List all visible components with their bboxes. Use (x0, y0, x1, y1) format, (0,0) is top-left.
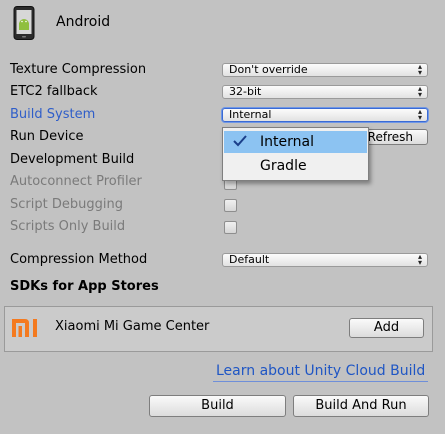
menu-option-internal[interactable]: Internal (224, 131, 367, 153)
updown-arrow-icon: ▴ ▾ (417, 85, 422, 99)
compression-method-value: Default (229, 253, 270, 266)
menu-option-label: Gradle (260, 158, 307, 174)
run-device-label: Run Device (10, 129, 84, 144)
platform-title: Android (56, 14, 111, 30)
sdks-heading: SDKs for App Stores (10, 279, 159, 294)
link-underline (213, 381, 428, 382)
xiaomi-mi-logo (11, 317, 41, 343)
build-system-menu: Internal Gradle (222, 127, 369, 181)
build-and-run-button[interactable]: Build And Run (293, 395, 429, 417)
add-sdk-button[interactable]: Add (349, 318, 424, 338)
texture-compression-label: Texture Compression (10, 62, 147, 77)
updown-arrow-icon: ▴ ▾ (417, 108, 422, 122)
etc2-fallback-value: 32-bit (229, 85, 262, 98)
build-system-select[interactable]: Internal ▴ ▾ (222, 108, 428, 122)
texture-compression-select[interactable]: Don't override ▴ ▾ (222, 63, 428, 77)
build-system-label: Build System (10, 107, 96, 122)
etc2-fallback-label: ETC2 fallback (10, 84, 98, 99)
build-button[interactable]: Build (149, 395, 286, 417)
sdk-item-name: Xiaomi Mi Game Center (55, 319, 210, 334)
compression-method-select[interactable]: Default ▴ ▾ (222, 253, 428, 267)
script-debugging-checkbox[interactable] (224, 199, 237, 212)
menu-option-label: Internal (260, 134, 314, 150)
updown-arrow-icon: ▴ ▾ (417, 253, 422, 267)
texture-compression-value: Don't override (229, 63, 308, 76)
build-system-value: Internal (229, 108, 272, 121)
checkmark-icon (232, 132, 248, 157)
compression-method-label: Compression Method (10, 252, 148, 267)
menu-option-gradle[interactable]: Gradle (224, 155, 367, 177)
script-debugging-label: Script Debugging (10, 197, 123, 212)
autoconnect-profiler-label: Autoconnect Profiler (10, 174, 142, 189)
updown-arrow-icon: ▴ ▾ (417, 63, 422, 77)
scripts-only-build-checkbox[interactable] (224, 221, 237, 234)
etc2-fallback-select[interactable]: 32-bit ▴ ▾ (222, 85, 428, 99)
sdk-list: Xiaomi Mi Game Center Add (4, 306, 433, 352)
android-phone-icon (13, 6, 35, 40)
scripts-only-build-label: Scripts Only Build (10, 219, 126, 234)
cloud-build-link[interactable]: Learn about Unity Cloud Build (216, 363, 425, 379)
development-build-label: Development Build (10, 152, 135, 167)
